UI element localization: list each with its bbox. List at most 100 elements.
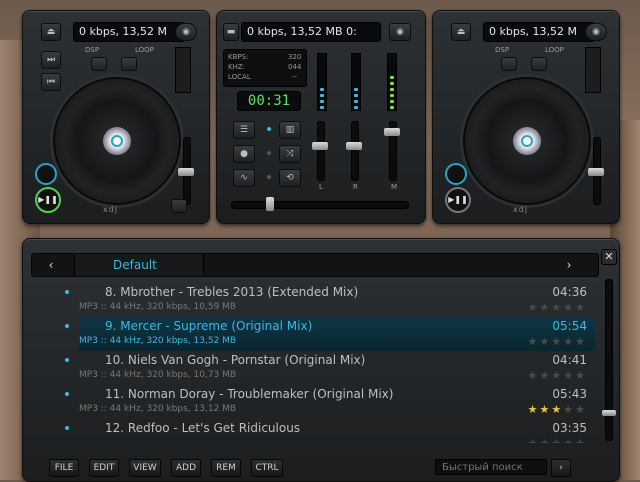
eq-button[interactable]: ▥ bbox=[279, 121, 301, 139]
eye-icon[interactable]: ◉ bbox=[175, 23, 197, 41]
loop-button[interactable] bbox=[121, 57, 137, 71]
close-icon[interactable]: ✕ bbox=[601, 249, 617, 265]
pitch-fader-right[interactable] bbox=[588, 137, 604, 205]
cue-button[interactable] bbox=[35, 163, 57, 185]
add-button[interactable]: ADD bbox=[171, 459, 201, 477]
rating-stars[interactable]: ★★★★★ bbox=[528, 369, 587, 382]
star-icon[interactable]: ★ bbox=[551, 335, 563, 348]
track-title: 12. Redfoo - Let's Get Ridiculous bbox=[105, 421, 301, 435]
star-icon[interactable]: ★ bbox=[575, 369, 587, 382]
eye-icon-right[interactable]: ◉ bbox=[585, 23, 607, 41]
crossfader-knob[interactable] bbox=[266, 197, 274, 211]
track-row[interactable]: 9. Mercer - Supreme (Original Mix) 05:54 M… bbox=[65, 317, 595, 351]
star-icon[interactable]: ★ bbox=[575, 335, 587, 348]
rating-stars[interactable]: ★★★★★ bbox=[528, 437, 587, 443]
playlist-button[interactable]: ☰ bbox=[233, 121, 255, 139]
playlist-tab[interactable]: Default bbox=[74, 254, 204, 276]
star-icon[interactable]: ★ bbox=[540, 369, 552, 382]
quick-search-input[interactable]: Быстрый поиск bbox=[435, 459, 547, 475]
channel-label-l: L bbox=[319, 183, 323, 191]
dsp-button[interactable] bbox=[91, 57, 107, 71]
track-row[interactable]: 12. Redfoo - Let's Get Ridiculous03:35★★… bbox=[65, 419, 595, 443]
search-go-icon[interactable]: › bbox=[551, 459, 571, 477]
master-fader[interactable] bbox=[384, 121, 400, 181]
rating-stars[interactable]: ★★★★★ bbox=[528, 403, 587, 416]
star-icon[interactable]: ★ bbox=[551, 403, 563, 416]
prev-track-button[interactable]: ⏮ bbox=[41, 73, 61, 91]
star-icon[interactable]: ★ bbox=[563, 437, 575, 443]
sync-button[interactable] bbox=[171, 199, 187, 213]
mixer-menu-button[interactable]: ◉ bbox=[389, 23, 411, 41]
rating-stars[interactable]: ★★★★★ bbox=[528, 301, 587, 314]
play-pause-button-right[interactable]: ▶❚❚ bbox=[445, 187, 471, 213]
remove-button[interactable]: REM bbox=[211, 459, 241, 477]
scrollbar-thumb[interactable] bbox=[602, 410, 616, 416]
eject-button[interactable]: ⏏ bbox=[41, 23, 61, 41]
star-icon[interactable]: ★ bbox=[528, 335, 540, 348]
star-icon[interactable]: ★ bbox=[528, 301, 540, 314]
cue-button-right[interactable] bbox=[445, 163, 467, 185]
track-list: 8. Mbrother - Trebles 2013 (Extended Mix… bbox=[65, 283, 595, 443]
star-icon[interactable]: ★ bbox=[528, 437, 540, 443]
track-dot bbox=[65, 290, 69, 294]
pitch-display-right bbox=[585, 47, 601, 93]
track-title: 9. Mercer - Supreme (Original Mix) bbox=[105, 319, 313, 333]
track-row[interactable]: 11. Norman Doray - Troublemaker (Origina… bbox=[65, 385, 595, 419]
record-button[interactable]: ● bbox=[233, 145, 255, 163]
pitch-fader-knob-right[interactable] bbox=[588, 168, 604, 176]
master-fader-knob[interactable] bbox=[384, 128, 400, 136]
pitch-fader[interactable] bbox=[178, 137, 194, 205]
star-icon[interactable]: ★ bbox=[563, 301, 575, 314]
repeat-button[interactable]: ⟲ bbox=[279, 169, 301, 187]
edit-button[interactable]: EDIT bbox=[89, 459, 119, 477]
pitch-fader-knob[interactable] bbox=[178, 168, 194, 176]
star-icon[interactable]: ★ bbox=[551, 369, 563, 382]
info-panel: KBPS: 320 KHZ: 044 LOCAL -- bbox=[223, 49, 307, 87]
star-icon[interactable]: ★ bbox=[551, 301, 563, 314]
wave-button[interactable]: ∿ bbox=[233, 169, 255, 187]
minimize-button[interactable]: ▬ bbox=[223, 23, 239, 41]
channel-fader-right[interactable] bbox=[346, 121, 362, 181]
track-row[interactable]: 8. Mbrother - Trebles 2013 (Extended Mix… bbox=[65, 283, 595, 317]
star-icon[interactable]: ★ bbox=[528, 403, 540, 416]
prev-playlist-arrow-icon[interactable]: ‹ bbox=[42, 254, 60, 276]
turntable-platter-right[interactable] bbox=[463, 77, 591, 205]
file-button[interactable]: FILE bbox=[49, 459, 79, 477]
star-icon[interactable]: ★ bbox=[540, 437, 552, 443]
crossfader[interactable] bbox=[231, 197, 409, 211]
deck-right-display: 0 kbps, 13,52 M bbox=[483, 22, 595, 42]
next-track-button[interactable]: ⏭ bbox=[41, 51, 61, 69]
shuffle-button[interactable]: ⤨ bbox=[279, 145, 301, 163]
channel-fader-left[interactable] bbox=[312, 121, 328, 181]
star-icon[interactable]: ★ bbox=[540, 335, 552, 348]
playlist-window: ‹ Default › ✕ 8. Mbrother - Trebles 2013… bbox=[22, 238, 620, 482]
star-icon[interactable]: ★ bbox=[563, 403, 575, 416]
rating-stars[interactable]: ★★★★★ bbox=[528, 335, 587, 348]
star-icon[interactable]: ★ bbox=[575, 403, 587, 416]
eject-button-right[interactable]: ⏏ bbox=[451, 23, 471, 41]
star-icon[interactable]: ★ bbox=[575, 437, 587, 443]
star-icon[interactable]: ★ bbox=[575, 301, 587, 314]
channel-fader-left-knob[interactable] bbox=[312, 142, 328, 150]
star-icon[interactable]: ★ bbox=[540, 403, 552, 416]
next-playlist-arrow-icon[interactable]: › bbox=[560, 254, 578, 276]
mode-led-3 bbox=[267, 175, 271, 179]
source-label: LOCAL bbox=[228, 73, 251, 81]
turntable-platter[interactable] bbox=[53, 77, 181, 205]
play-pause-button[interactable]: ▶❚❚ bbox=[35, 187, 61, 213]
dsp-button-right[interactable] bbox=[501, 57, 517, 71]
star-icon[interactable]: ★ bbox=[551, 437, 563, 443]
channel-fader-right-knob[interactable] bbox=[346, 142, 362, 150]
track-meta: MP3 :: 44 kHz, 320 kbps, 13,12 MB bbox=[79, 404, 237, 414]
star-icon[interactable]: ★ bbox=[563, 369, 575, 382]
star-icon[interactable]: ★ bbox=[540, 301, 552, 314]
star-icon[interactable]: ★ bbox=[563, 335, 575, 348]
playlist-scrollbar[interactable] bbox=[602, 279, 616, 441]
loop-button-right[interactable] bbox=[531, 57, 547, 71]
ctrl-button[interactable]: CTRL bbox=[251, 459, 283, 477]
platter-hub bbox=[103, 127, 131, 155]
star-icon[interactable]: ★ bbox=[528, 369, 540, 382]
platter-hub-right bbox=[513, 127, 541, 155]
view-button[interactable]: VIEW bbox=[129, 459, 161, 477]
track-row[interactable]: 10. Niels Van Gogh - Pornstar (Original … bbox=[65, 351, 595, 385]
